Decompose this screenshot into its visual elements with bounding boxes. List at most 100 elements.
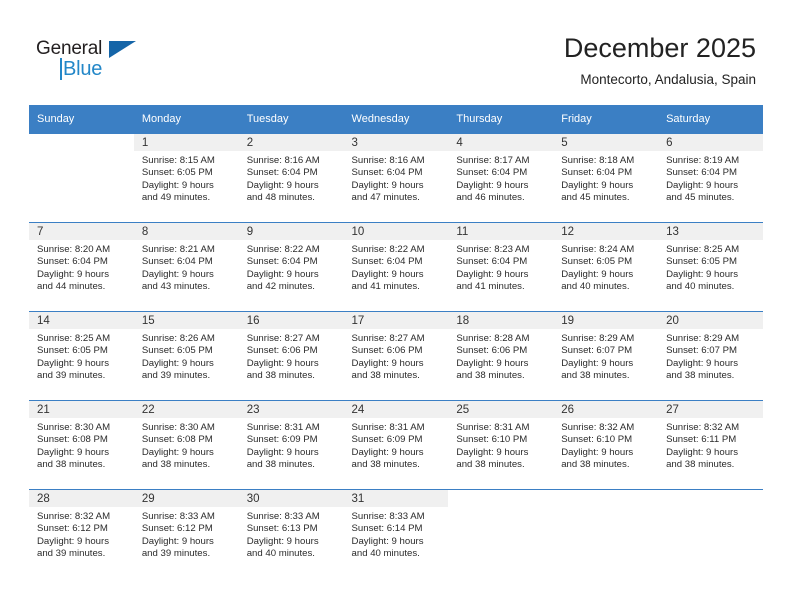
day-detail-sunset: Sunset: 6:04 PM xyxy=(246,167,318,179)
logo-vertical-bar-icon xyxy=(60,58,62,80)
day-detail-sunset: Sunset: 6:09 PM xyxy=(246,434,318,446)
day-detail-daylight1: Daylight: 9 hours xyxy=(37,357,109,369)
day-detail-daylight1: Daylight: 9 hours xyxy=(37,446,109,458)
calendar-day-cell[interactable]: 27 Sunrise: 8:32 AM Sunset: 6:11 PM Dayligh… xyxy=(658,400,763,490)
calendar-cell-inner: 27 Sunrise: 8:32 AM Sunset: 6:11 PM Dayligh… xyxy=(658,401,763,489)
day-details: Sunrise: 8:31 AM Sunset: 6:09 PM Daylight:… xyxy=(239,418,344,472)
day-details xyxy=(658,507,763,511)
calendar-day-cell[interactable]: 2 Sunrise: 8:16 AM Sunset: 6:04 PM Daylight… xyxy=(238,133,344,223)
day-detail-sunset: Sunset: 6:04 PM xyxy=(351,256,423,268)
day-detail-sunset: Sunset: 6:04 PM xyxy=(456,167,528,179)
page-title: December 2025 xyxy=(563,33,756,63)
day-detail-sunset: Sunset: 6:05 PM xyxy=(666,256,737,268)
calendar-cell-inner xyxy=(658,490,763,578)
day-details: Sunrise: 8:27 AM Sunset: 6:06 PM Daylight:… xyxy=(344,329,449,383)
calendar-day-cell[interactable]: 7 Sunrise: 8:20 AM Sunset: 6:04 PM Daylight… xyxy=(29,222,134,312)
calendar-day-cell[interactable]: 12 Sunrise: 8:24 AM Sunset: 6:05 PM Dayligh… xyxy=(553,222,659,312)
day-number: 29 xyxy=(133,490,239,507)
calendar-day-cell[interactable]: 14 Sunrise: 8:25 AM Sunset: 6:05 PM Dayligh… xyxy=(29,311,134,401)
calendar-day-cell[interactable]: 24 Sunrise: 8:31 AM Sunset: 6:09 PM Dayligh… xyxy=(343,400,449,490)
calendar-header-row: Sunday Monday Tuesday Wednesday Thursday Frid… xyxy=(29,105,763,134)
calendar-day-cell[interactable]: 4 Sunrise: 8:17 AM Sunset: 6:04 PM Daylight… xyxy=(448,133,554,223)
day-detail-sunset: Sunset: 6:04 PM xyxy=(141,256,213,268)
day-detail-sunrise: Sunrise: 8:30 AM xyxy=(141,422,215,433)
day-detail-daylight2: and 38 minutes. xyxy=(561,370,630,382)
day-details: Sunrise: 8:22 AM Sunset: 6:04 PM Daylight:… xyxy=(239,240,344,294)
day-details: Sunrise: 8:20 AM Sunset: 6:04 PM Daylight:… xyxy=(29,240,134,294)
calendar-cell-inner xyxy=(553,490,659,578)
day-detail-sunrise: Sunrise: 8:29 AM xyxy=(561,333,635,344)
day-detail-sunrise: Sunrise: 8:31 AM xyxy=(351,422,425,433)
day-detail-daylight2: and 38 minutes. xyxy=(666,459,735,471)
calendar-day-cell[interactable]: 21 Sunrise: 8:30 AM Sunset: 6:08 PM Dayligh… xyxy=(29,400,134,490)
calendar-cell-inner: 12 Sunrise: 8:24 AM Sunset: 6:05 PM Dayligh… xyxy=(553,223,659,311)
blue-triangle-icon xyxy=(109,41,136,58)
calendar-day-cell[interactable]: 3 Sunrise: 8:16 AM Sunset: 6:04 PM Daylight… xyxy=(343,133,449,223)
calendar-day-cell[interactable]: 17 Sunrise: 8:27 AM Sunset: 6:06 PM Dayligh… xyxy=(343,311,449,401)
calendar-day-cell[interactable]: 10 Sunrise: 8:22 AM Sunset: 6:04 PM Dayligh… xyxy=(343,222,449,312)
calendar-cell-inner: 5 Sunrise: 8:18 AM Sunset: 6:04 PM Daylight… xyxy=(553,134,659,222)
day-detail-sunrise: Sunrise: 8:18 AM xyxy=(561,155,635,166)
calendar-cell-empty xyxy=(29,133,134,223)
day-detail-sunrise: Sunrise: 8:32 AM xyxy=(37,511,111,522)
day-detail-sunrise: Sunrise: 8:33 AM xyxy=(246,511,320,522)
day-number xyxy=(658,490,763,507)
calendar-day-cell[interactable]: 31 Sunrise: 8:33 AM Sunset: 6:14 PM Dayligh… xyxy=(343,489,449,578)
page-header: General Blue December 2025 Montecorto, A… xyxy=(0,0,792,104)
day-detail-sunset: Sunset: 6:08 PM xyxy=(37,434,108,446)
day-details xyxy=(448,507,553,511)
day-detail-daylight2: and 40 minutes. xyxy=(351,548,420,560)
calendar-day-cell[interactable]: 29 Sunrise: 8:33 AM Sunset: 6:12 PM Dayligh… xyxy=(133,489,239,578)
calendar-day-cell[interactable]: 5 Sunrise: 8:18 AM Sunset: 6:04 PM Daylight… xyxy=(553,133,659,223)
day-detail-sunrise: Sunrise: 8:27 AM xyxy=(351,333,425,344)
day-detail-daylight2: and 44 minutes. xyxy=(37,281,106,293)
calendar-day-cell[interactable]: 20 Sunrise: 8:29 AM Sunset: 6:07 PM Dayligh… xyxy=(658,311,763,401)
calendar-day-cell[interactable]: 19 Sunrise: 8:29 AM Sunset: 6:07 PM Dayligh… xyxy=(553,311,659,401)
calendar-cell-inner: 19 Sunrise: 8:29 AM Sunset: 6:07 PM Dayligh… xyxy=(553,312,659,400)
day-number: 31 xyxy=(343,490,449,507)
day-details: Sunrise: 8:24 AM Sunset: 6:05 PM Daylight:… xyxy=(553,240,658,294)
day-detail-daylight1: Daylight: 9 hours xyxy=(561,446,634,458)
calendar-day-cell[interactable]: 25 Sunrise: 8:31 AM Sunset: 6:10 PM Dayligh… xyxy=(448,400,554,490)
calendar-day-cell[interactable]: 30 Sunrise: 8:33 AM Sunset: 6:13 PM Dayligh… xyxy=(238,489,344,578)
day-detail-sunset: Sunset: 6:12 PM xyxy=(141,523,213,535)
general-blue-logo[interactable]: General Blue xyxy=(36,38,166,86)
day-detail-sunrise: Sunrise: 8:16 AM xyxy=(351,155,425,166)
day-number: 2 xyxy=(238,134,344,151)
calendar-day-cell[interactable]: 16 Sunrise: 8:27 AM Sunset: 6:06 PM Dayligh… xyxy=(238,311,344,401)
day-number: 13 xyxy=(658,223,763,240)
calendar-day-cell[interactable]: 18 Sunrise: 8:28 AM Sunset: 6:06 PM Dayligh… xyxy=(448,311,554,401)
day-details: Sunrise: 8:25 AM Sunset: 6:05 PM Daylight:… xyxy=(29,329,134,383)
day-details: Sunrise: 8:19 AM Sunset: 6:04 PM Daylight:… xyxy=(658,151,763,205)
calendar-day-cell[interactable]: 1 Sunrise: 8:15 AM Sunset: 6:05 PM Daylight… xyxy=(133,133,239,223)
day-details: Sunrise: 8:16 AM Sunset: 6:04 PM Daylight:… xyxy=(344,151,449,205)
calendar-day-cell[interactable]: 13 Sunrise: 8:25 AM Sunset: 6:05 PM Dayligh… xyxy=(658,222,763,312)
day-detail-sunrise: Sunrise: 8:16 AM xyxy=(246,155,320,166)
day-detail-daylight2: and 41 minutes. xyxy=(351,281,420,293)
calendar-day-cell[interactable]: 15 Sunrise: 8:26 AM Sunset: 6:05 PM Dayligh… xyxy=(133,311,239,401)
day-number: 25 xyxy=(448,401,554,418)
calendar-day-cell[interactable]: 22 Sunrise: 8:30 AM Sunset: 6:08 PM Dayligh… xyxy=(133,400,239,490)
day-details: Sunrise: 8:30 AM Sunset: 6:08 PM Daylight:… xyxy=(134,418,239,472)
day-details: Sunrise: 8:25 AM Sunset: 6:05 PM Daylight:… xyxy=(658,240,763,294)
calendar-day-cell[interactable]: 11 Sunrise: 8:23 AM Sunset: 6:04 PM Dayligh… xyxy=(448,222,554,312)
day-detail-sunrise: Sunrise: 8:30 AM xyxy=(37,422,111,433)
day-detail-daylight1: Daylight: 9 hours xyxy=(246,535,319,547)
day-detail-sunset: Sunset: 6:04 PM xyxy=(561,167,633,179)
day-detail-daylight1: Daylight: 9 hours xyxy=(141,268,214,280)
calendar-day-cell[interactable]: 9 Sunrise: 8:22 AM Sunset: 6:04 PM Daylight… xyxy=(238,222,344,312)
day-details: Sunrise: 8:30 AM Sunset: 6:08 PM Daylight:… xyxy=(29,418,134,472)
calendar-day-cell[interactable]: 28 Sunrise: 8:32 AM Sunset: 6:12 PM Dayligh… xyxy=(29,489,134,578)
calendar-cell-inner xyxy=(448,490,554,578)
calendar-day-cell[interactable]: 26 Sunrise: 8:32 AM Sunset: 6:10 PM Dayligh… xyxy=(553,400,659,490)
calendar-day-cell[interactable]: 23 Sunrise: 8:31 AM Sunset: 6:09 PM Dayligh… xyxy=(238,400,344,490)
calendar-cell-inner: 30 Sunrise: 8:33 AM Sunset: 6:13 PM Dayligh… xyxy=(238,490,344,578)
calendar-day-cell[interactable]: 6 Sunrise: 8:19 AM Sunset: 6:04 PM Daylight… xyxy=(658,133,763,223)
day-detail-sunset: Sunset: 6:13 PM xyxy=(246,523,318,535)
day-detail-sunrise: Sunrise: 8:31 AM xyxy=(246,422,320,433)
day-details xyxy=(29,151,134,155)
day-number: 16 xyxy=(238,312,344,329)
calendar-day-cell[interactable]: 8 Sunrise: 8:21 AM Sunset: 6:04 PM Daylight… xyxy=(133,222,239,312)
day-detail-daylight2: and 38 minutes. xyxy=(666,370,735,382)
day-detail-sunrise: Sunrise: 8:29 AM xyxy=(666,333,740,344)
